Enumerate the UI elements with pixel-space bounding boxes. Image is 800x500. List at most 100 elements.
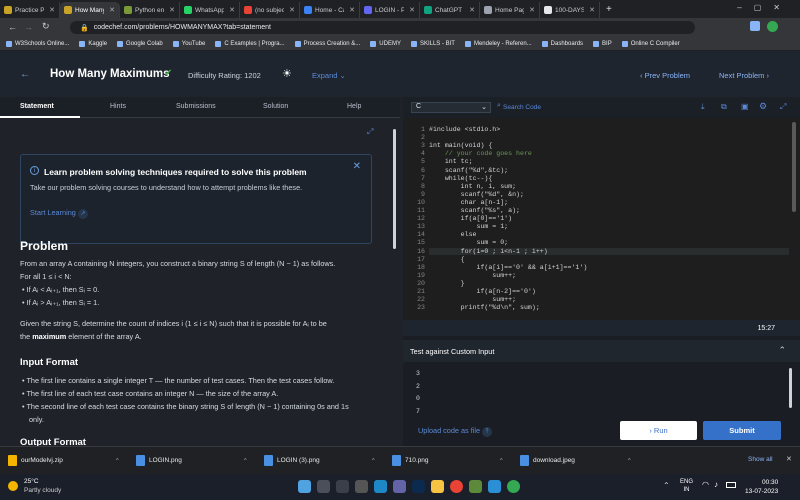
bookmark-item[interactable]: Dashboards — [541, 40, 583, 47]
profile-avatar[interactable] — [767, 21, 778, 32]
code-line[interactable]: // your code goes here — [429, 150, 532, 157]
code-line[interactable]: sum = 1; — [429, 223, 508, 230]
tab-hints[interactable]: Hints — [110, 103, 126, 110]
tab-close-icon[interactable]: ✕ — [109, 6, 115, 14]
browser-tab[interactable]: 100-DAYS ✕ — [540, 2, 600, 18]
chevron-up-icon[interactable]: ⌃ — [499, 457, 504, 465]
tab-close-icon[interactable]: ✕ — [169, 6, 175, 14]
close-icon[interactable]: ✕ — [786, 455, 792, 463]
code-line[interactable]: scanf("%s", a); — [429, 207, 520, 214]
tab-close-icon[interactable]: ✕ — [589, 6, 595, 14]
chrome-icon[interactable] — [450, 480, 463, 493]
bookmark-item[interactable]: Mendeley - Referen... — [464, 40, 532, 47]
code-line[interactable]: sum++; — [429, 272, 516, 279]
bookmark-item[interactable]: Process Creation &... — [294, 40, 360, 47]
browser-tab[interactable]: Home - Ca ✕ — [300, 2, 360, 18]
bookmark-item[interactable]: W3Schools Online... — [6, 40, 69, 47]
browser-tab[interactable]: Python en ✕ — [120, 2, 180, 18]
code-line[interactable]: #include <stdio.h> — [429, 126, 500, 133]
show-all-button[interactable]: Show all — [748, 456, 773, 463]
next-problem-button[interactable]: Next Problem › — [719, 71, 769, 80]
tab-close-icon[interactable]: ✕ — [229, 6, 235, 14]
start-learning-link[interactable]: Start Learning ↗ — [30, 208, 88, 219]
tab-close-icon[interactable]: ✕ — [349, 6, 355, 14]
file-explorer-icon[interactable] — [431, 480, 444, 493]
windows-start-icon[interactable] — [298, 480, 311, 493]
bookmark-item[interactable]: C Examples | Progra... — [215, 40, 285, 47]
browser-tab[interactable]: ChatGPT ✕ — [420, 2, 480, 18]
reload-icon[interactable]: ↻ — [42, 21, 50, 32]
save-icon[interactable]: ▣ — [741, 102, 749, 111]
clock[interactable]: 00:30 13-07-2023 — [745, 478, 778, 496]
bookmark-item[interactable]: SKILLS - BIT — [410, 40, 455, 47]
bookmark-item[interactable]: Online C Compiler — [621, 40, 680, 47]
teams-icon[interactable] — [393, 480, 406, 493]
custom-input-textarea[interactable]: 3 2 0 7 — [410, 368, 790, 416]
tab-close-icon[interactable]: ✕ — [289, 6, 295, 14]
browser-tab[interactable]: How Many ✕ — [60, 2, 120, 18]
banner-close-icon[interactable]: ✕ — [353, 161, 361, 172]
download-item[interactable]: 710.png ⌃ — [384, 455, 512, 466]
code-line[interactable]: else — [429, 231, 477, 238]
chevron-up-icon[interactable]: ⌃ — [627, 457, 632, 465]
browser-tab[interactable]: Home Page ✕ — [480, 2, 540, 18]
code-line[interactable]: int tc; — [429, 158, 473, 165]
bookmark-item[interactable]: BIP — [593, 40, 612, 47]
wifi-icon[interactable]: ◠ — [702, 480, 709, 489]
scrollbar[interactable] — [789, 368, 792, 408]
tab-help[interactable]: Help — [347, 103, 361, 110]
extensions-icon[interactable] — [750, 21, 760, 31]
code-line[interactable]: for(i=0 ; i<n-1 ; i++) — [429, 247, 789, 255]
copy-icon[interactable]: ⧉ — [721, 102, 727, 112]
search-icon[interactable] — [317, 480, 330, 493]
browser-tab[interactable]: (no subject ✕ — [240, 2, 300, 18]
code-line[interactable]: int n, i, sum; — [429, 183, 516, 190]
code-line[interactable]: int main(void) { — [429, 142, 492, 149]
url-input[interactable]: 🔒 codechef.com/problems/HOWMANYMAX?tab=st… — [70, 21, 695, 34]
download-icon[interactable]: ⤓ — [701, 102, 705, 112]
download-item[interactable]: LOGIN (3).png ⌃ — [256, 455, 384, 466]
bookmark-item[interactable]: Google Colab — [117, 40, 163, 47]
code-line[interactable]: scanf("%d",&tc); — [429, 167, 508, 174]
camera-app-icon[interactable] — [355, 480, 368, 493]
battery-icon[interactable] — [726, 482, 736, 488]
tab-close-icon[interactable]: ✕ — [49, 6, 55, 14]
tab-close-icon[interactable]: ✕ — [409, 6, 415, 14]
tab-submissions[interactable]: Submissions — [176, 103, 216, 110]
forward-icon[interactable]: → — [24, 22, 33, 32]
chevron-up-icon[interactable]: ⌃ — [243, 457, 248, 465]
expand-button[interactable]: Expand ⌄ — [312, 71, 346, 80]
theme-sun-icon[interactable]: ☀ — [282, 67, 292, 80]
code-line[interactable]: { — [429, 256, 465, 263]
tab-close-icon[interactable]: ✕ — [469, 6, 475, 14]
gear-icon[interactable]: ⚙ — [759, 101, 767, 112]
bookmark-item[interactable]: Kaggle — [79, 40, 107, 47]
scrollbar[interactable] — [792, 122, 796, 212]
volume-icon[interactable]: ♪ — [714, 480, 718, 489]
submit-button[interactable]: Submit — [703, 421, 781, 440]
code-line[interactable]: while(tc--){ — [429, 175, 493, 182]
code-line[interactable]: if(a[0]=='1') — [429, 215, 512, 222]
prev-problem-button[interactable]: ‹ Prev Problem — [640, 71, 690, 80]
run-button[interactable]: › Run — [620, 421, 697, 440]
fullscreen-icon[interactable]: ⤢ — [780, 102, 786, 112]
minecraft-icon[interactable] — [469, 480, 482, 493]
bookmark-item[interactable]: YouTube — [172, 40, 205, 47]
scrollbar[interactable] — [393, 129, 396, 249]
download-item[interactable]: ourModelvj.zip ⌃ — [0, 455, 128, 466]
code-editor[interactable]: 1 #include <stdio.h> 2 3 int main(void) {4 /… — [403, 118, 800, 320]
code-line[interactable]: sum = 0; — [429, 239, 508, 246]
upload-code-button[interactable]: Upload code as file ⤒ — [418, 426, 493, 437]
bookmark-item[interactable]: UDEMY — [370, 40, 401, 47]
chevron-up-icon[interactable]: ⌃ — [115, 457, 120, 465]
code-line[interactable]: } — [429, 280, 465, 287]
browser-tab[interactable]: Practice Pr ✕ — [0, 2, 60, 18]
tray-chevron-icon[interactable]: ⌃ — [663, 481, 670, 490]
browser-tab[interactable]: WhatsApp ✕ — [180, 2, 240, 18]
code-line[interactable]: scanf("%d", &n); — [429, 191, 524, 198]
custom-input-header[interactable]: Test against Custom Input ⌃ — [403, 340, 800, 362]
chevron-up-icon[interactable]: ⌃ — [371, 457, 376, 465]
search-code-input[interactable]: Search Code — [503, 104, 541, 111]
language-indicator[interactable]: ENG IN — [680, 478, 693, 494]
vscode-icon[interactable] — [488, 480, 501, 493]
